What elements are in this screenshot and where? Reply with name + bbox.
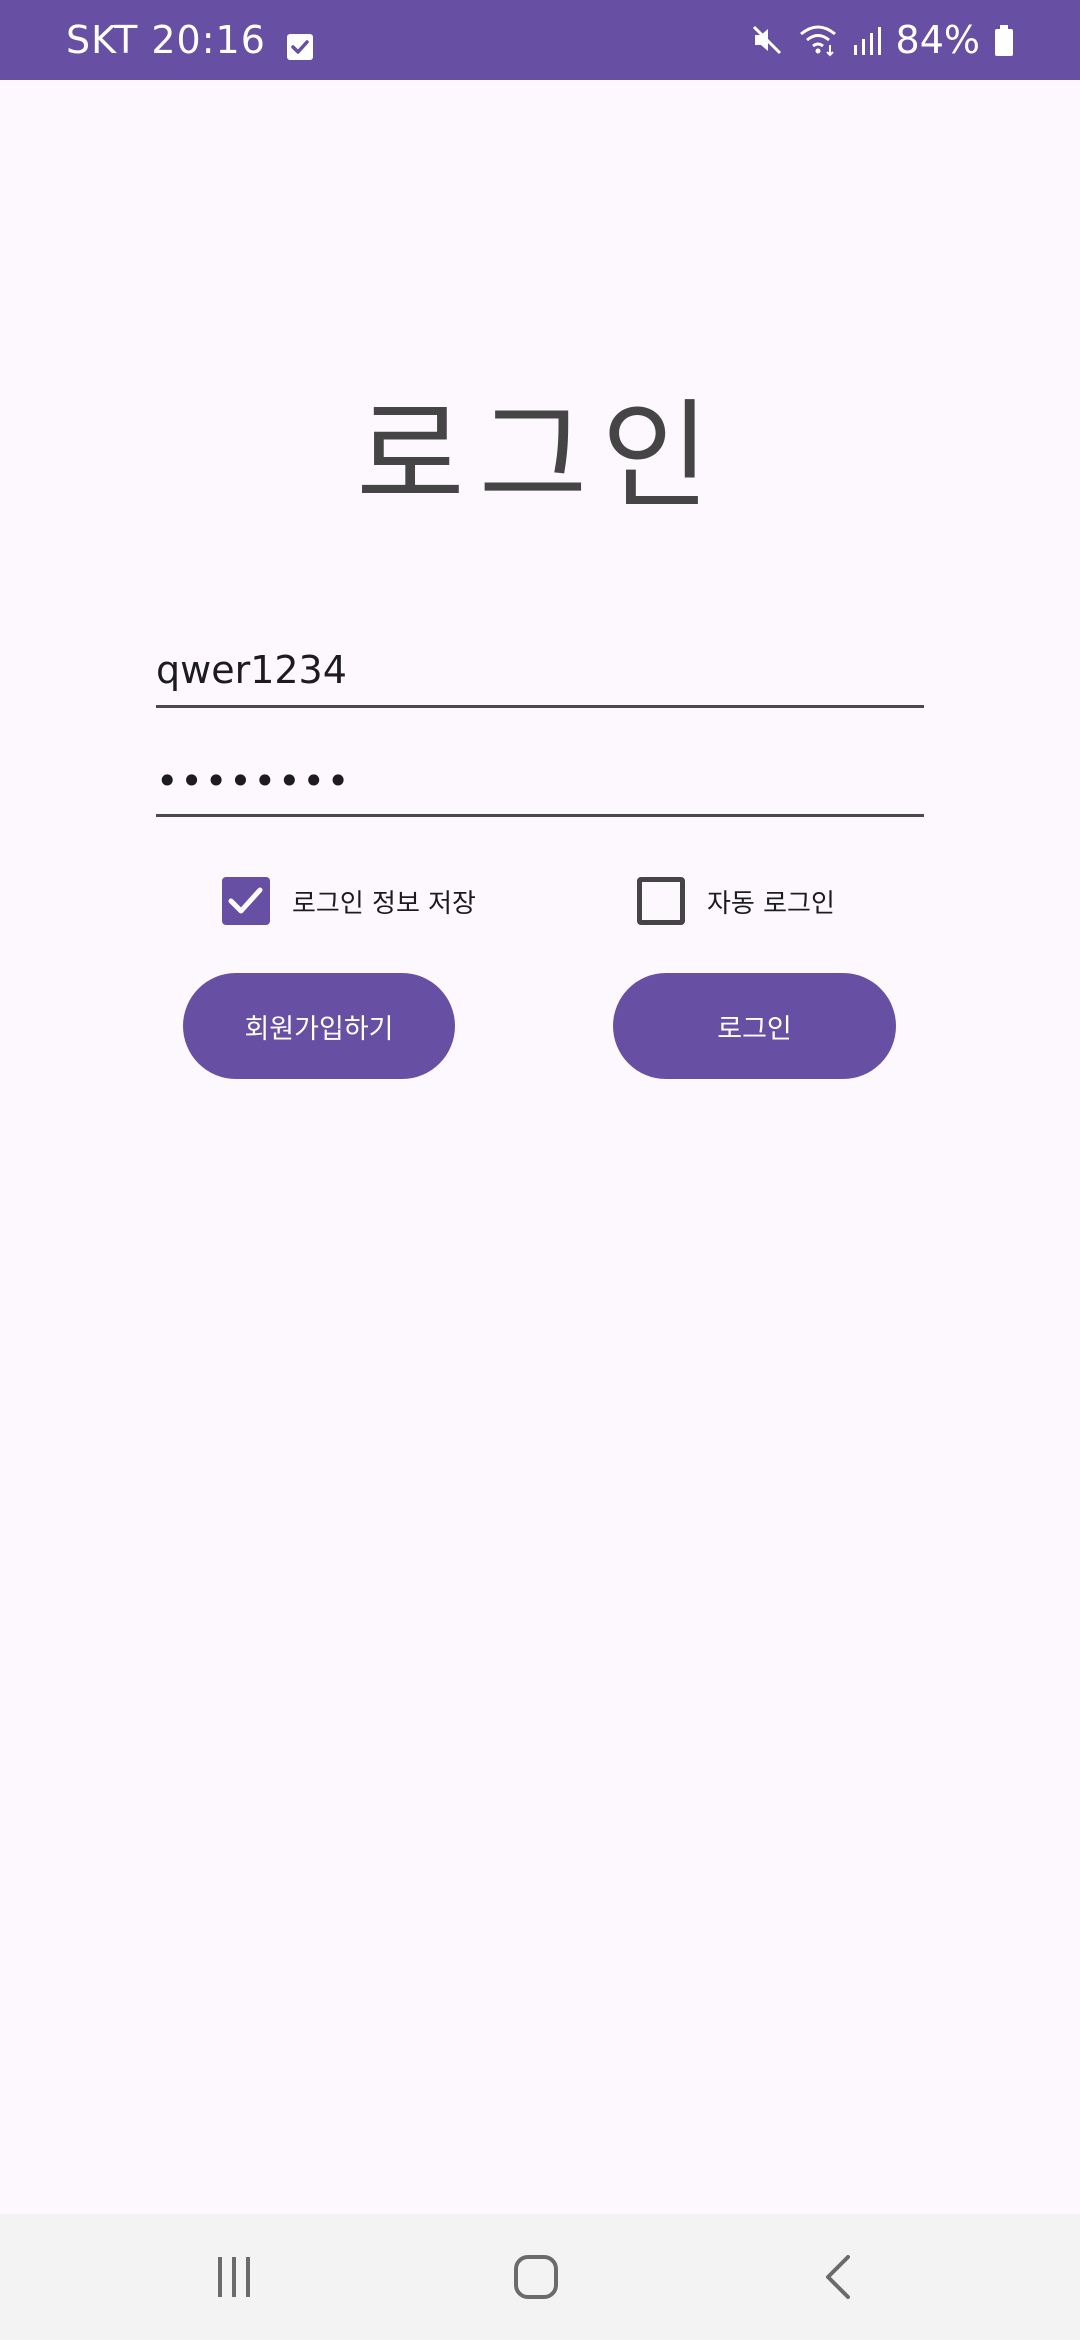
status-bar: SKT 20:16 84% (0, 0, 1080, 80)
page-title: 로그인 (356, 387, 724, 525)
save-login-label: 로그인 정보 저장 (292, 888, 476, 919)
signup-button[interactable]: 회원가입하기 (183, 973, 455, 1079)
check-box-icon (286, 26, 314, 60)
mute-icon (750, 23, 784, 57)
wifi-icon (798, 23, 838, 57)
battery-icon (994, 23, 1014, 57)
checkmark-icon (228, 887, 263, 914)
home-icon[interactable] (476, 2214, 596, 2340)
auto-login-label: 자동 로그인 (707, 888, 835, 919)
save-login-checkbox[interactable] (222, 877, 270, 925)
password-value: •••••••• (156, 759, 352, 803)
auto-login-checkbox[interactable] (637, 877, 685, 925)
username-value: qwer1234 (156, 648, 347, 692)
navigation-bar (0, 2214, 1080, 2340)
recents-icon[interactable] (174, 2214, 294, 2340)
status-right: 84% (750, 0, 1014, 80)
save-login-option[interactable]: 로그인 정보 저장 (222, 875, 476, 927)
login-button[interactable]: 로그인 (613, 973, 896, 1079)
username-field[interactable]: qwer1234 (156, 645, 924, 708)
password-field[interactable]: •••••••• (156, 752, 924, 817)
auto-login-option[interactable]: 자동 로그인 (637, 875, 835, 927)
signal-icon (852, 23, 882, 57)
status-left: SKT 20:16 (66, 0, 314, 80)
back-icon[interactable] (778, 2214, 898, 2340)
battery-percent: 84% (895, 18, 980, 62)
carrier-time: SKT 20:16 (66, 18, 266, 62)
